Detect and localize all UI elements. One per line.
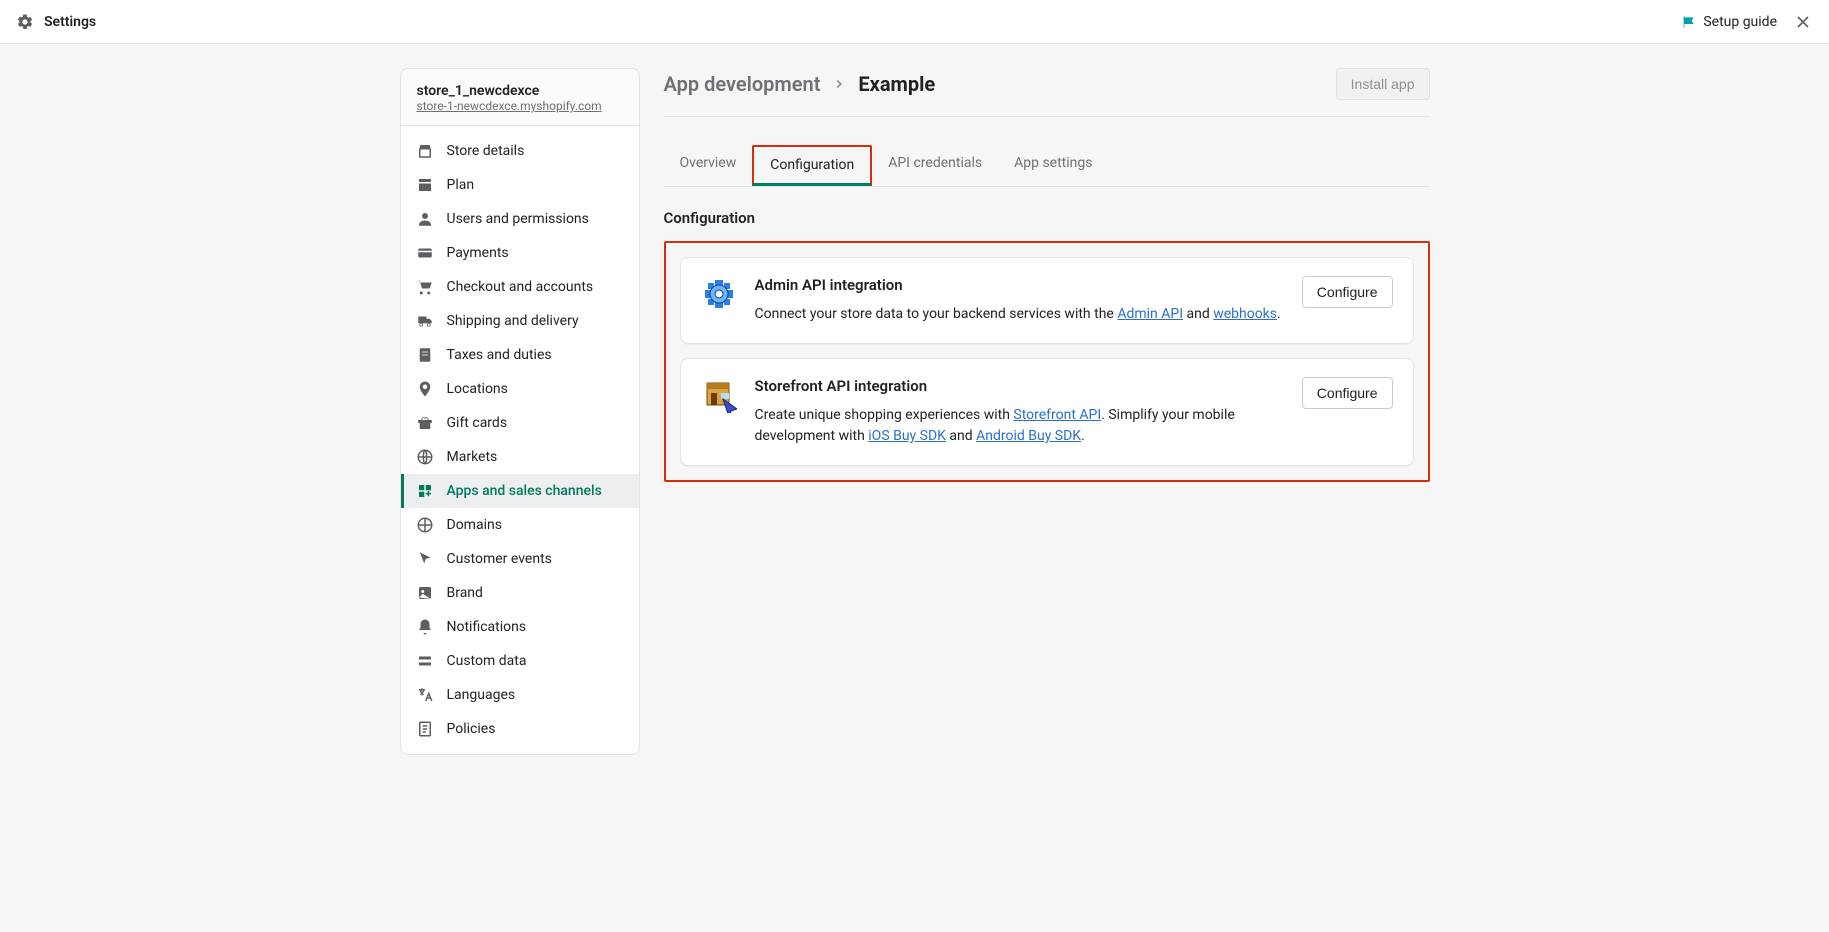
data-icon xyxy=(415,651,435,671)
brand-icon xyxy=(415,583,435,603)
nav-policies[interactable]: Policies xyxy=(401,712,639,746)
settings-gear-icon xyxy=(16,13,34,31)
domain-icon xyxy=(415,515,435,535)
user-icon xyxy=(415,209,435,229)
pin-icon xyxy=(415,379,435,399)
settings-sidebar: store_1_newcdexce store-1-newcdexce.mysh… xyxy=(400,68,640,755)
store-info: store_1_newcdexce store-1-newcdexce.mysh… xyxy=(401,69,639,126)
setup-guide-label: Setup guide xyxy=(1703,14,1777,30)
nav-shipping[interactable]: Shipping and delivery xyxy=(401,304,639,338)
admin-api-link[interactable]: Admin API xyxy=(1117,306,1183,322)
language-icon xyxy=(415,685,435,705)
storefront-api-link[interactable]: Storefront API xyxy=(1013,407,1101,423)
nav-notifications[interactable]: Notifications xyxy=(401,610,639,644)
topbar-title: Settings xyxy=(44,14,96,30)
storefront-api-desc: Create unique shopping experiences with … xyxy=(755,405,1284,447)
tab-api-credentials[interactable]: API credentials xyxy=(872,145,998,186)
store-name: store_1_newcdexce xyxy=(417,83,623,99)
settings-nav: Store details Plan Users and permissions… xyxy=(401,126,639,754)
nav-domains[interactable]: Domains xyxy=(401,508,639,542)
close-icon[interactable] xyxy=(1793,12,1813,32)
globe-icon xyxy=(415,447,435,467)
policy-icon xyxy=(415,719,435,739)
admin-api-title: Admin API integration xyxy=(755,276,1284,294)
admin-api-card: Admin API integration Connect your store… xyxy=(680,257,1414,344)
tab-configuration[interactable]: Configuration xyxy=(752,145,872,186)
breadcrumb: App development Example Install app xyxy=(664,68,1430,117)
android-buy-sdk-link[interactable]: Android Buy SDK xyxy=(976,428,1081,444)
tabs: Overview Configuration API credentials A… xyxy=(664,145,1430,187)
store-icon xyxy=(415,141,435,161)
storefront-api-title: Storefront API integration xyxy=(755,377,1284,395)
nav-custom-data[interactable]: Custom data xyxy=(401,644,639,678)
nav-apps[interactable]: Apps and sales channels xyxy=(401,474,639,508)
nav-users[interactable]: Users and permissions xyxy=(401,202,639,236)
tab-app-settings[interactable]: App settings xyxy=(998,145,1108,186)
truck-icon xyxy=(415,311,435,331)
main-content: App development Example Install app Over… xyxy=(664,68,1430,482)
gear-pixel-icon xyxy=(701,276,737,312)
nav-brand[interactable]: Brand xyxy=(401,576,639,610)
nav-checkout[interactable]: Checkout and accounts xyxy=(401,270,639,304)
gift-icon xyxy=(415,413,435,433)
admin-api-configure-button[interactable]: Configure xyxy=(1302,276,1393,308)
storefront-pixel-icon xyxy=(701,377,737,413)
breadcrumb-parent[interactable]: App development xyxy=(664,72,821,96)
nav-taxes[interactable]: Taxes and duties xyxy=(401,338,639,372)
nav-customer-events[interactable]: Customer events xyxy=(401,542,639,576)
storefront-api-card: Storefront API integration Create unique… xyxy=(680,358,1414,466)
nav-markets[interactable]: Markets xyxy=(401,440,639,474)
nav-payments[interactable]: Payments xyxy=(401,236,639,270)
cart-icon xyxy=(415,277,435,297)
payments-icon xyxy=(415,243,435,263)
tab-overview[interactable]: Overview xyxy=(664,145,753,186)
storefront-api-configure-button[interactable]: Configure xyxy=(1302,377,1393,409)
chevron-right-icon xyxy=(832,77,846,91)
nav-gift-cards[interactable]: Gift cards xyxy=(401,406,639,440)
breadcrumb-current: Example xyxy=(858,72,935,96)
ios-buy-sdk-link[interactable]: iOS Buy SDK xyxy=(868,428,946,444)
nav-store-details[interactable]: Store details xyxy=(401,134,639,168)
install-app-button[interactable]: Install app xyxy=(1336,68,1430,100)
nav-languages[interactable]: Languages xyxy=(401,678,639,712)
nav-locations[interactable]: Locations xyxy=(401,372,639,406)
plan-icon xyxy=(415,175,435,195)
topbar: Settings Setup guide xyxy=(0,0,1829,44)
section-title: Configuration xyxy=(664,209,1430,227)
setup-guide-link[interactable]: Setup guide xyxy=(1681,14,1777,30)
nav-plan[interactable]: Plan xyxy=(401,168,639,202)
bell-icon xyxy=(415,617,435,637)
admin-api-desc: Connect your store data to your backend … xyxy=(755,304,1284,325)
flag-icon xyxy=(1681,14,1697,30)
apps-icon xyxy=(415,481,435,501)
taxes-icon xyxy=(415,345,435,365)
webhooks-link[interactable]: webhooks xyxy=(1213,306,1277,322)
cursor-icon xyxy=(415,549,435,569)
configuration-highlight: Admin API integration Connect your store… xyxy=(664,241,1430,482)
store-url[interactable]: store-1-newcdexce.myshopify.com xyxy=(417,99,623,113)
